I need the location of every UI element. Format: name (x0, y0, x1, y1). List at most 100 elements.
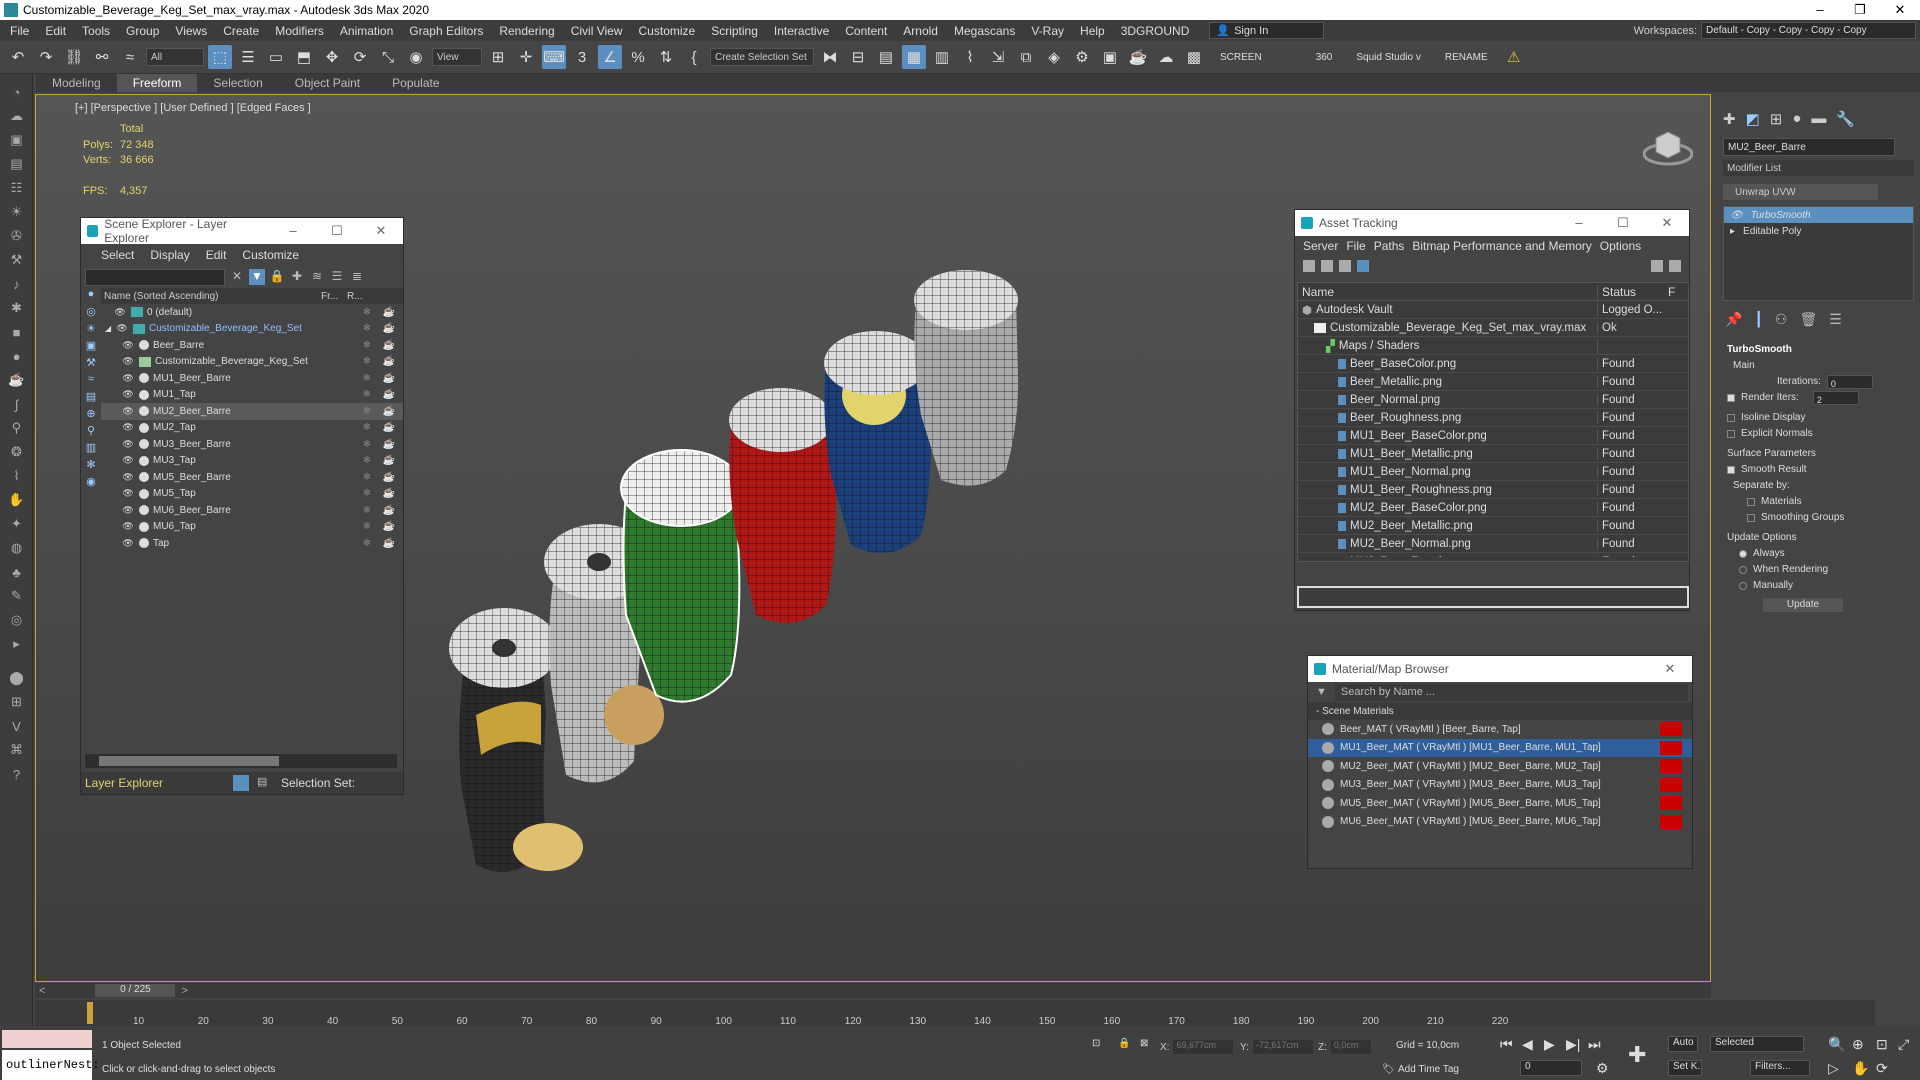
asset-row[interactable]: Beer_Roughness.png Found (1298, 409, 1688, 427)
asset-row[interactable]: MU1_Beer_BaseColor.png Found (1298, 427, 1688, 445)
render-icon[interactable]: ☕ (383, 538, 395, 549)
scene-explorer-icon[interactable]: ▦ (902, 45, 926, 69)
selection-lock-icon[interactable]: 🔒 (1118, 1038, 1130, 1049)
render-cloud-icon[interactable]: ☁ (1154, 45, 1178, 69)
eye-icon[interactable]: 👁 (1730, 210, 1743, 221)
manually-radio[interactable] (1739, 582, 1747, 590)
material-row[interactable]: Beer_MAT ( VRayMtl ) [Beer_Barre, Tap] (1308, 720, 1692, 739)
scene-row[interactable]: 👁 MU3_Beer_Barre ❄ ☕ (101, 436, 403, 453)
select-object-icon[interactable]: ⬚ (208, 45, 232, 69)
layers-icon[interactable]: ≣ (349, 269, 365, 285)
zoom-icon[interactable]: 🔍 (1828, 1036, 1845, 1053)
hand-tool-icon[interactable]: ✋ (0, 488, 33, 512)
align-icon[interactable]: ⊟ (846, 45, 870, 69)
box-tool-icon[interactable]: ■ (0, 320, 33, 344)
rendered-frame-icon[interactable]: ▣ (1098, 45, 1122, 69)
helper-tool-icon[interactable]: ⚒ (0, 248, 33, 272)
expand-icon[interactable]: ◢ (105, 324, 115, 333)
browser-options-icon[interactable]: ▼ (1316, 686, 1327, 698)
refresh-icon[interactable] (1303, 260, 1315, 272)
visibility-icon[interactable]: 👁 (121, 422, 135, 433)
show-end-result-icon[interactable]: ┃ (1754, 311, 1762, 328)
utilities-tab-icon[interactable]: 🔧 (1836, 110, 1855, 128)
table-view-icon[interactable] (1339, 260, 1351, 272)
freeze-column-header[interactable]: Fr... (321, 291, 347, 302)
group-filter-icon[interactable]: ▤ (81, 390, 101, 407)
list-tool-icon[interactable]: ☷ (0, 176, 33, 200)
rect-selection-icon[interactable]: ▭ (264, 45, 288, 69)
absolute-mode-icon[interactable]: ⊠ (1140, 1038, 1148, 1049)
menu-views[interactable]: Views (167, 24, 215, 38)
render-icon[interactable]: ☕ (383, 307, 395, 318)
visibility-icon[interactable]: 👁 (121, 373, 135, 384)
menu-graph-editors[interactable]: Graph Editors (401, 24, 491, 38)
time-slider[interactable]: < 0 / 225 > (35, 983, 1711, 998)
scene-row[interactable]: 👁 Beer_Barre ❄ ☕ (101, 337, 403, 354)
workspace-dropdown[interactable]: Default - Copy - Copy - Copy - Copy (1701, 22, 1916, 39)
pivot-center-icon[interactable]: ⊞ (486, 45, 510, 69)
close-icon[interactable]: ✕ (1645, 215, 1689, 231)
visibility-icon[interactable]: 👁 (121, 538, 135, 549)
percent-snap-icon[interactable]: % (626, 45, 650, 69)
display-tab-icon[interactable]: ▬ (1811, 110, 1826, 128)
angle-snap-icon[interactable]: ∠ (598, 45, 622, 69)
menu-file[interactable]: File (2, 24, 37, 38)
rotate-icon[interactable]: ⟳ (348, 45, 372, 69)
help-icon[interactable]: ? (0, 762, 33, 786)
asset-row[interactable]: Beer_Normal.png Found (1298, 391, 1688, 409)
scene-row[interactable]: 👁 MU5_Beer_Barre ❄ ☕ (101, 469, 403, 486)
material-search-input[interactable]: Search by Name ... (1334, 683, 1688, 701)
maxscript-listener[interactable]: outlinerNest: (2, 1030, 100, 1080)
visibility-icon[interactable]: 👁 (121, 505, 135, 516)
modify-tab-icon[interactable]: ◩ (1746, 110, 1760, 128)
bone-filter-icon[interactable]: ⚲ (81, 424, 101, 441)
visibility-icon[interactable]: 👁 (121, 472, 135, 483)
material-browser-titlebar[interactable]: Material/Map Browser ✕ (1308, 656, 1692, 682)
turbosmooth-header[interactable]: TurboSmooth (1727, 342, 1920, 358)
sound-tool-icon[interactable]: ♪ (0, 272, 33, 296)
minimize-icon[interactable]: – (271, 223, 315, 239)
scene-menu-display[interactable]: Display (142, 248, 197, 262)
menu-animation[interactable]: Animation (332, 24, 401, 38)
asset-row[interactable]: MU2_Beer_Roughness.pngFound (1298, 553, 1688, 557)
play-icon[interactable]: ▶ (1544, 1036, 1555, 1053)
time-cursor[interactable] (87, 1002, 93, 1024)
scale-icon[interactable]: ⤡ (376, 45, 400, 69)
menu-3dground[interactable]: 3DGROUND (1113, 24, 1198, 38)
close-icon[interactable]: ✕ (1880, 2, 1920, 18)
add-to-layer-icon[interactable]: ≋ (309, 269, 325, 285)
menu-create[interactable]: Create (215, 24, 267, 38)
scene-row[interactable]: 👁 0 (default) ❄ ☕ (101, 304, 403, 321)
maximize-viewport-icon[interactable]: ⤢ (1898, 1036, 1909, 1053)
scene-row[interactable]: 👁 MU2_Tap ❄ ☕ (101, 420, 403, 437)
asset-menu-options[interactable]: Options (1596, 239, 1645, 253)
minimize-icon[interactable]: – (1557, 215, 1601, 231)
mirror-icon[interactable]: ⧓ (818, 45, 842, 69)
render-icon[interactable]: ☕ (383, 488, 395, 499)
maximize-icon[interactable]: ☐ (315, 223, 359, 239)
layer-explorer-icon[interactable]: ▤ (874, 45, 898, 69)
explicit-normals-checkbox[interactable] (1727, 430, 1735, 438)
new-layer-icon[interactable]: ✚ (289, 269, 305, 285)
schematic-view-icon[interactable]: ⧉ (1014, 45, 1038, 69)
create-tab-icon[interactable]: ✚ (1723, 110, 1736, 128)
asset-row[interactable]: MU1_Beer_Roughness.png Found (1298, 481, 1688, 499)
menu-rendering[interactable]: Rendering (491, 24, 562, 38)
object-name-field[interactable]: MU2_Beer_Barre (1723, 138, 1895, 156)
viewcube-icon[interactable] (1642, 124, 1694, 168)
scene-menu-customize[interactable]: Customize (234, 248, 307, 262)
visibility-icon[interactable]: 👁 (121, 488, 135, 499)
x-coordinate-field[interactable]: 69,677cm (1173, 1040, 1234, 1054)
freeze-icon[interactable]: ❄ (363, 307, 371, 318)
minimize-icon[interactable]: – (1800, 2, 1840, 18)
key-filters-button[interactable]: Filters... (1750, 1060, 1810, 1076)
scene-row[interactable]: 👁 MU6_Beer_Barre ❄ ☕ (101, 502, 403, 519)
render-iters-spinner[interactable]: 2 (1812, 391, 1859, 405)
visibility-icon[interactable]: 👁 (121, 439, 135, 450)
y-coordinate-field[interactable]: -72,617cm (1252, 1040, 1313, 1054)
expand-icon[interactable]: ▸ (1730, 226, 1735, 237)
zoom-all-icon[interactable]: ⊕ (1852, 1036, 1864, 1053)
lock-icon[interactable]: 🔒 (269, 269, 285, 285)
viewport-tool-icon[interactable]: ☁ (0, 104, 33, 128)
freeze-icon[interactable]: ❄ (363, 505, 371, 516)
